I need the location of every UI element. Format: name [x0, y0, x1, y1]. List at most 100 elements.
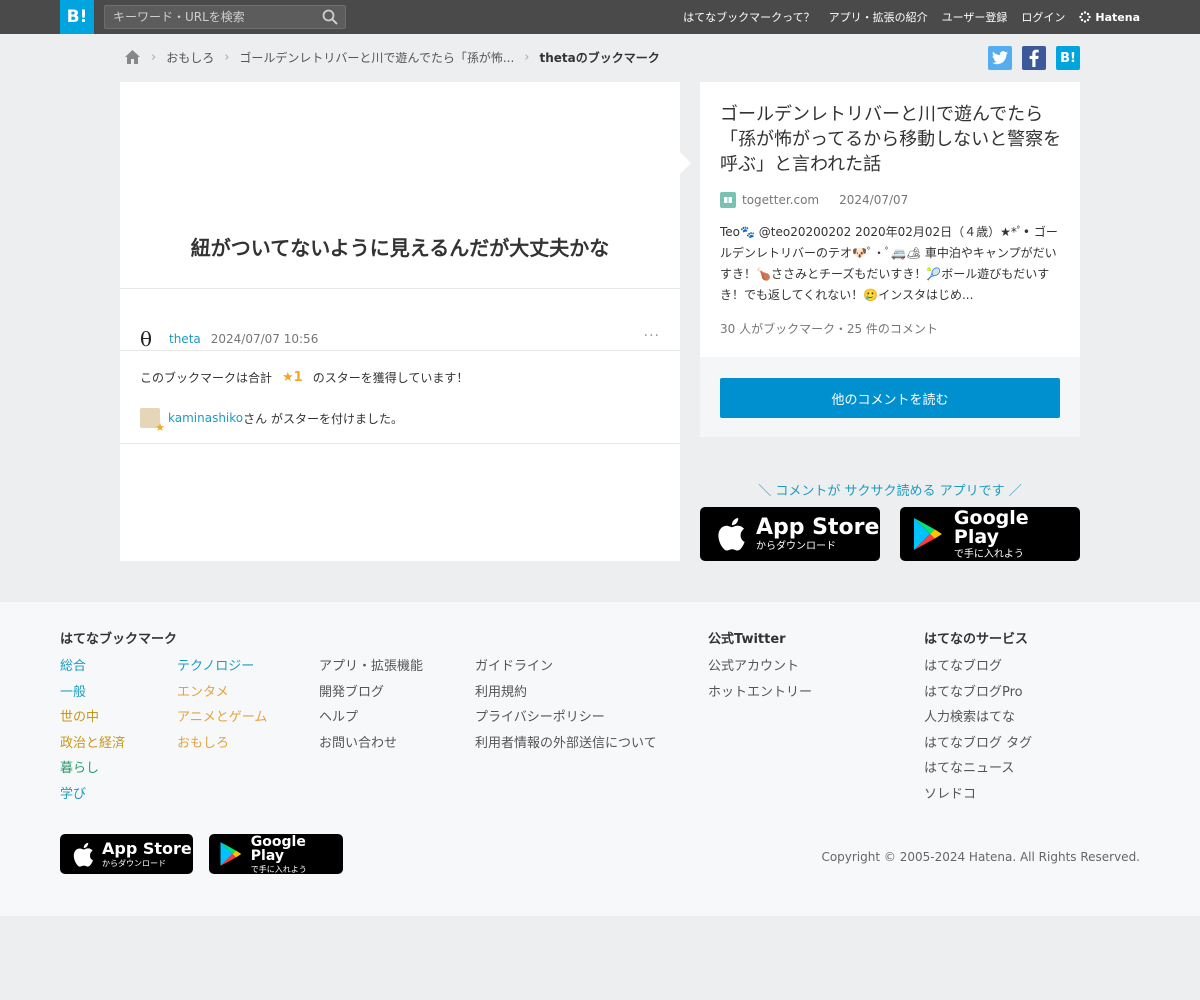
footer-heading-bookmark: はてなブックマーク: [60, 632, 178, 647]
username-link[interactable]: theta: [169, 332, 201, 346]
entry-meta: togetter.com 2024/07/07: [720, 192, 908, 208]
footer-link-dev-blog[interactable]: 開発ブログ: [319, 684, 423, 703]
twitter-share-button[interactable]: [988, 46, 1012, 70]
footer-google-play-labels: Google Play で手に入れよう: [251, 835, 343, 874]
share-buttons: B!: [988, 46, 1080, 70]
footer-link-technology[interactable]: テクノロジー: [177, 658, 267, 677]
footer-app-store-button[interactable]: App Store からダウンロード: [60, 834, 193, 874]
footer-link-soredoko[interactable]: ソレドコ: [924, 786, 1032, 805]
entry-site-link[interactable]: togetter.com: [742, 193, 819, 207]
footer-google-play-button[interactable]: Google Play で手に入れよう: [209, 834, 343, 874]
search-input[interactable]: [105, 6, 315, 28]
breadcrumb-category[interactable]: おもしろ: [166, 49, 214, 66]
hatena-brand-label: Hatena: [1095, 10, 1140, 24]
footer-link-all[interactable]: 総合: [60, 658, 125, 677]
footer-link-privacy[interactable]: プライバシーポリシー: [475, 709, 657, 728]
footer: はてなブックマーク 総合 一般 世の中 政治と経済 暮らし 学び テクノロジー …: [0, 602, 1200, 916]
google-play-button[interactable]: Google Play で手に入れよう: [900, 507, 1080, 561]
bookmark-user-row: θ theta 2024/07/07 10:56 ···: [140, 327, 660, 351]
footer-link-blog-pro[interactable]: はてなブログPro: [924, 684, 1032, 703]
google-play-icon: [220, 842, 242, 866]
app-store-labels: App Store からダウンロード: [756, 514, 880, 552]
footer-link-blog-tag[interactable]: はてなブログ タグ: [924, 735, 1032, 754]
starrer-name-link[interactable]: kaminashiko: [168, 411, 243, 425]
search-icon[interactable]: [322, 9, 338, 25]
footer-link-blog[interactable]: はてなブログ: [924, 658, 1032, 677]
entry-bookmark-count[interactable]: 30 人がブックマーク・25 件のコメント: [720, 320, 938, 337]
hatena-brand-link[interactable]: Hatena: [1079, 11, 1140, 24]
star-summary: このブックマークは合計 ★1 のスターを獲得しています！: [140, 369, 468, 386]
entry-card: ゴールデンレトリバーと川で遊んでたら「孫が怖がってるから移動しないと警察を呼ぶ」…: [700, 82, 1080, 437]
top-bar: B! はてなブックマークって？ アプリ・拡張の紹介 ユーザー登録 ログイン Ha…: [0, 0, 1200, 34]
entry-title-link[interactable]: ゴールデンレトリバーと川で遊んでたら「孫が怖がってるから移動しないと警察を呼ぶ」…: [720, 102, 1065, 177]
footer-category-col1: 総合 一般 世の中 政治と経済 暮らし 学び: [60, 658, 125, 805]
app-store-label: App Store: [756, 514, 880, 540]
footer-services-col: はてなブログ はてなブログPro 人力検索はてな はてなブログ タグ はてなニュ…: [924, 658, 1032, 805]
copyright: Copyright © 2005-2024 Hatena. All Rights…: [821, 850, 1140, 864]
footer-link-external-transmission[interactable]: 利用者情報の外部送信について: [475, 735, 657, 754]
star-icon: ★: [155, 421, 165, 434]
google-play-sublabel: で手に入れよう: [953, 548, 1024, 560]
divider: [120, 350, 680, 351]
footer-link-help[interactable]: ヘルプ: [319, 709, 423, 728]
nav-register[interactable]: ユーザー登録: [942, 9, 1008, 25]
footer-link-contact[interactable]: お問い合わせ: [319, 735, 423, 754]
star-summary-prefix: このブックマークは合計: [140, 371, 273, 385]
footer-google-play-sublabel: で手に入れよう: [250, 864, 307, 874]
nav-apps[interactable]: アプリ・拡張の紹介: [829, 9, 928, 25]
footer-link-social[interactable]: 世の中: [60, 709, 125, 728]
breadcrumb-separator: ›: [224, 49, 230, 65]
hatena-bookmark-logo[interactable]: B!: [60, 0, 94, 34]
nav-about[interactable]: はてなブックマークって？: [683, 9, 814, 25]
footer-app-store-sublabel: からダウンロード: [102, 858, 166, 868]
footer-link-guideline[interactable]: ガイドライン: [475, 658, 657, 677]
footer-link-entertainment[interactable]: エンタメ: [177, 684, 267, 703]
google-play-icon: [913, 518, 942, 550]
breadcrumb-separator: ›: [524, 49, 530, 65]
starrer-avatar[interactable]: ★: [140, 408, 165, 434]
starrer-row: ★ kaminashiko さん がスターを付けました。: [140, 408, 403, 434]
footer-app-store-label: App Store: [102, 838, 192, 858]
footer-link-official-account[interactable]: 公式アカウント: [708, 658, 812, 677]
footer-link-fun[interactable]: おもしろ: [177, 735, 267, 754]
twitter-icon: [992, 51, 1008, 65]
footer-link-anime-game[interactable]: アニメとゲーム: [177, 709, 267, 728]
footer-link-life[interactable]: 暮らし: [60, 760, 125, 779]
breadcrumb-entry[interactable]: ゴールデンレトリバーと川で遊んでたら「孫が怖...: [239, 49, 514, 66]
footer-link-terms[interactable]: 利用規約: [475, 684, 657, 703]
star-summary-suffix: のスターを獲得しています！: [312, 371, 469, 385]
entry-summary: Teo🐾 @teo20200202 2020年02月02日（４歳）★*ﾟ• ゴー…: [720, 225, 1058, 302]
home-icon[interactable]: [124, 49, 141, 65]
footer-link-knowledge[interactable]: 学び: [60, 786, 125, 805]
footer-category-col2: テクノロジー エンタメ アニメとゲーム おもしろ: [177, 658, 267, 753]
hatena-bookmark-button[interactable]: B!: [1056, 46, 1080, 70]
footer-google-play-label: Google Play: [250, 833, 306, 864]
hatena-dots-icon: [1079, 11, 1092, 23]
footer-heading-services: はてなのサービス: [924, 632, 1029, 647]
nav-login[interactable]: ログイン: [1021, 9, 1065, 25]
entry-card-footer: 他のコメントを読む: [700, 357, 1080, 437]
app-promo-text: ＼ コメントが サクサク読める アプリです ／: [758, 484, 1022, 499]
footer-link-apps[interactable]: アプリ・拡張機能: [319, 658, 423, 677]
more-options-icon[interactable]: ···: [644, 328, 660, 344]
footer-link-general[interactable]: 一般: [60, 684, 125, 703]
breadcrumb-separator: ›: [151, 49, 157, 65]
entry-date: 2024/07/07: [839, 193, 909, 207]
apple-icon: [718, 518, 745, 551]
footer-link-economics[interactable]: 政治と経済: [60, 735, 125, 754]
facebook-share-button[interactable]: [1022, 46, 1046, 70]
facebook-icon: [1029, 49, 1039, 67]
footer-link-hot-entry[interactable]: ホットエントリー: [708, 684, 812, 703]
read-more-comments-button[interactable]: 他のコメントを読む: [720, 378, 1060, 418]
app-store-sublabel: からダウンロード: [756, 540, 836, 552]
app-store-button[interactable]: App Store からダウンロード: [700, 507, 880, 561]
footer-link-jinriki[interactable]: 人力検索はてな: [924, 709, 1032, 728]
bookmark-card: 紐がついてないように見えるんだが大丈夫かな θ theta 2024/07/07…: [120, 82, 680, 561]
starrer-suffix: さん がスターを付けました。: [243, 411, 403, 426]
bookmark-timestamp: 2024/07/07 10:56: [210, 332, 319, 346]
bookmark-comment: 紐がついてないように見えるんだが大丈夫かな: [190, 236, 610, 260]
footer-heading-twitter: 公式Twitter: [708, 632, 786, 647]
footer-link-news[interactable]: はてなニュース: [924, 760, 1032, 779]
user-avatar-icon[interactable]: θ: [140, 327, 160, 351]
divider: [120, 443, 680, 444]
